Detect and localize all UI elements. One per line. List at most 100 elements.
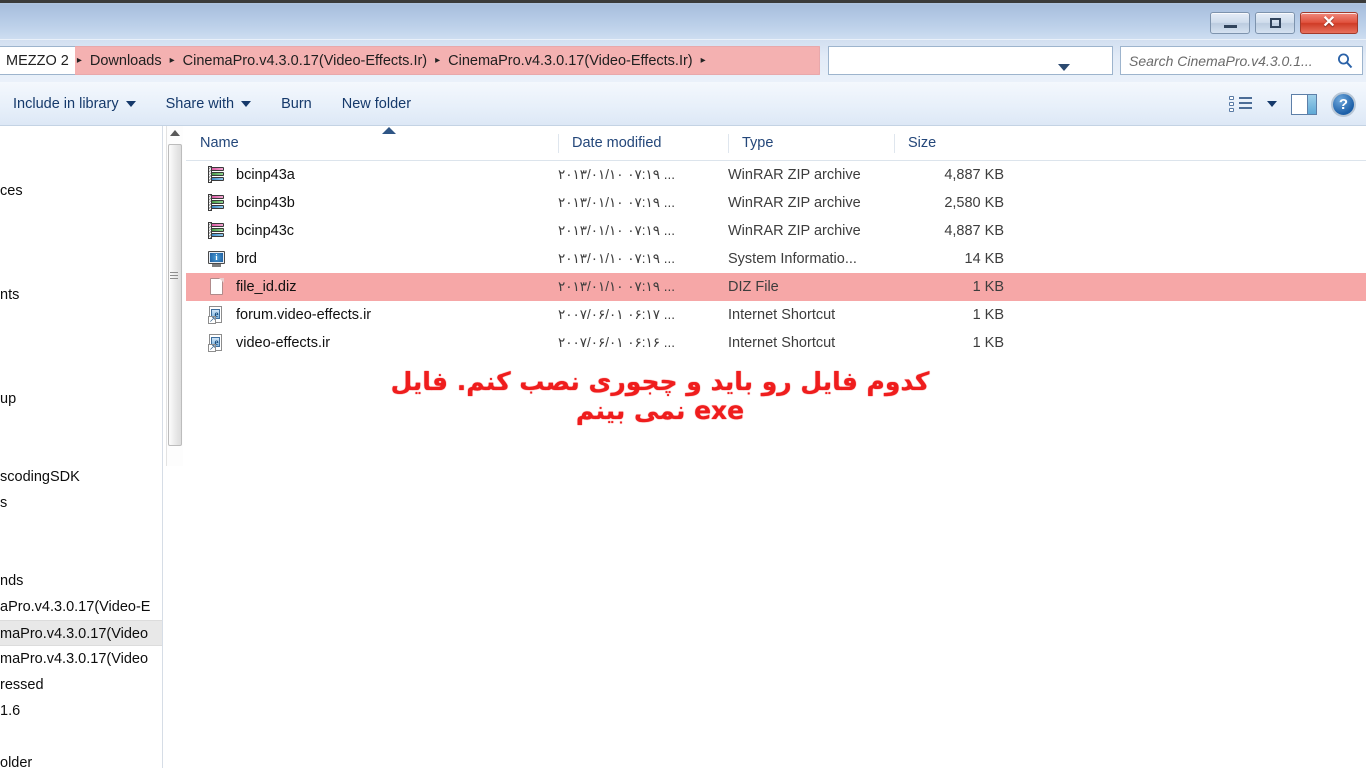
nav-item[interactable]: s — [0, 490, 162, 516]
file-name-label: forum.video-effects.ir — [236, 307, 372, 323]
address-dropdown[interactable] — [828, 46, 1113, 75]
column-header-row: Name Date modified Type Size — [186, 126, 1366, 161]
breadcrumb-separator-icon[interactable]: ▸ — [75, 55, 84, 66]
window-controls: ✕ — [1210, 12, 1358, 34]
winrar-archive-icon — [208, 222, 226, 240]
navigation-pane[interactable]: ces nts up scodingSDK s nds aPro.v4.3.0.17(Vid… — [0, 126, 162, 768]
burn-button[interactable]: Burn — [268, 91, 325, 117]
maximize-button[interactable] — [1255, 12, 1295, 34]
include-in-library-button[interactable]: Include in library — [0, 91, 149, 117]
breadcrumb-item-0[interactable]: MEZZO 2 — [0, 53, 75, 69]
nav-item-blank — [0, 230, 162, 256]
file-type-cell: Internet Shortcut — [728, 335, 836, 351]
nav-item-blank — [0, 152, 162, 178]
new-folder-button[interactable]: New folder — [329, 91, 424, 117]
file-name-cell[interactable]: file_id.diz — [186, 278, 558, 296]
table-row[interactable]: file_id.diz ۲۰۱۳/۰۱/۱۰ ۰۷:۱۹ ... DIZ File 1… — [186, 273, 1366, 301]
nav-item-blank — [0, 542, 162, 568]
scrollbar-grip-icon — [170, 272, 178, 281]
file-name-cell[interactable]: bcinp43c — [186, 222, 558, 240]
help-icon[interactable]: ? — [1331, 91, 1356, 117]
file-name-cell[interactable]: bcinp43b — [186, 194, 558, 212]
share-with-button[interactable]: Share with — [153, 91, 265, 117]
file-rows-container: bcinp43a ۲۰۱۳/۰۱/۱۰ ۰۷:۱۹ ... WinRAR ZIP a… — [186, 161, 1366, 357]
file-list[interactable]: Name Date modified Type Size bcinp43a ۲۰۱… — [186, 126, 1366, 768]
file-date-cell: ۲۰۰۷/۰۶/۰۱ ۰۶:۱۶ ... — [558, 335, 676, 350]
breadcrumb-item-2[interactable]: CinemaPro.v4.3.0.17(Video-Effects.Ir) — [177, 53, 433, 69]
file-date-cell: ۲۰۱۳/۰۱/۱۰ ۰۷:۱۹ ... — [558, 279, 676, 294]
file-date-cell: ۲۰۱۳/۰۱/۱۰ ۰۷:۱۹ ... — [558, 223, 676, 238]
file-name-cell[interactable]: i brd — [186, 250, 558, 268]
scroll-up-icon[interactable] — [170, 130, 180, 136]
chevron-down-icon — [125, 100, 136, 107]
table-row[interactable]: e ↗ video-effects.ir ۲۰۰۷/۰۶/۰۱ ۰۶:۱۶ ... In… — [186, 329, 1366, 357]
file-date-cell: ۲۰۰۷/۰۶/۰۱ ۰۶:۱۷ ... — [558, 307, 676, 322]
file-type-cell: DIZ File — [728, 279, 779, 295]
file-name-cell[interactable]: bcinp43a — [186, 166, 558, 184]
nav-item[interactable]: ressed — [0, 672, 162, 698]
nav-item[interactable]: 1.6 — [0, 698, 162, 724]
table-row[interactable]: e ↗ forum.video-effects.ir ۲۰۰۷/۰۶/۰۱ ۰۶:۱۷… — [186, 301, 1366, 329]
breadcrumb-item-1[interactable]: Downloads — [84, 53, 168, 69]
nav-item[interactable]: up — [0, 386, 162, 412]
minimize-icon — [1223, 25, 1237, 28]
file-name-label: bcinp43a — [236, 167, 295, 183]
close-button[interactable]: ✕ — [1300, 12, 1358, 34]
search-input[interactable]: Search CinemaPro.v4.3.0.1... — [1129, 53, 1336, 69]
nav-item[interactable]: older — [0, 750, 162, 768]
preview-pane-icon[interactable] — [1291, 93, 1317, 115]
nav-item[interactable]: maPro.v4.3.0.17(Video — [0, 620, 162, 646]
table-row[interactable]: i brd ۲۰۱۳/۰۱/۱۰ ۰۷:۱۹ ... System Informati… — [186, 245, 1366, 273]
share-with-label: Share with — [165, 95, 235, 112]
burn-label: Burn — [281, 95, 312, 112]
column-header-name[interactable]: Name — [186, 126, 558, 161]
command-bar-right-group: ? — [1229, 82, 1356, 126]
nav-item[interactable]: nds — [0, 568, 162, 594]
nav-item-blank — [0, 360, 162, 386]
breadcrumb-separator-icon[interactable]: ▸ — [699, 55, 708, 66]
minimize-button[interactable] — [1210, 12, 1250, 34]
nav-item[interactable]: aPro.v4.3.0.17(Video-E — [0, 594, 162, 620]
command-bar: Include in library Share with Burn New f… — [0, 82, 1366, 126]
file-date-cell: ۲۰۱۳/۰۱/۱۰ ۰۷:۱۹ ... — [558, 251, 676, 266]
pane-divider — [162, 126, 163, 768]
column-header-size[interactable]: Size — [894, 126, 1004, 161]
file-size-cell: 4,887 KB — [944, 223, 1004, 239]
column-header-type[interactable]: Type — [728, 126, 894, 161]
navigation-scrollbar[interactable] — [166, 126, 183, 466]
breadcrumb-separator-icon[interactable]: ▸ — [433, 55, 442, 66]
breadcrumb[interactable]: MEZZO 2 ▸ Downloads ▸ CinemaPro.v4.3.0.1… — [0, 46, 820, 75]
file-name-cell[interactable]: e ↗ forum.video-effects.ir — [186, 306, 558, 324]
nav-item[interactable]: ces — [0, 178, 162, 204]
table-row[interactable]: bcinp43a ۲۰۱۳/۰۱/۱۰ ۰۷:۱۹ ... WinRAR ZIP a… — [186, 161, 1366, 189]
file-name-cell[interactable]: e ↗ video-effects.ir — [186, 334, 558, 352]
file-name-label: file_id.diz — [236, 279, 297, 295]
views-icon[interactable] — [1229, 95, 1253, 113]
search-box[interactable]: Search CinemaPro.v4.3.0.1... — [1120, 46, 1363, 75]
file-size-cell: 14 KB — [964, 251, 1005, 267]
file-type-cell: WinRAR ZIP archive — [728, 167, 861, 183]
nav-item-blank — [0, 256, 162, 282]
maximize-icon — [1269, 18, 1281, 28]
title-bar: ✕ — [0, 0, 1366, 40]
table-row[interactable]: bcinp43c ۲۰۱۳/۰۱/۱۰ ۰۷:۱۹ ... WinRAR ZIP a… — [186, 217, 1366, 245]
file-type-cell: WinRAR ZIP archive — [728, 223, 861, 239]
chevron-down-icon[interactable] — [1058, 64, 1070, 71]
views-caret-icon[interactable] — [1267, 101, 1277, 107]
file-date-cell: ۲۰۱۳/۰۱/۱۰ ۰۷:۱۹ ... — [558, 195, 676, 210]
file-type-cell: WinRAR ZIP archive — [728, 195, 861, 211]
winrar-archive-icon — [208, 166, 226, 184]
nav-item[interactable]: nts — [0, 282, 162, 308]
nav-item-blank — [0, 308, 162, 334]
breadcrumb-separator-icon[interactable]: ▸ — [168, 55, 177, 66]
file-type-cell: Internet Shortcut — [728, 307, 836, 323]
nav-item[interactable]: maPro.v4.3.0.17(Video — [0, 646, 162, 672]
breadcrumb-item-3[interactable]: CinemaPro.v4.3.0.17(Video-Effects.Ir) — [442, 53, 698, 69]
nav-item-blank — [0, 516, 162, 542]
column-header-date-modified[interactable]: Date modified — [558, 126, 728, 161]
table-row[interactable]: bcinp43b ۲۰۱۳/۰۱/۱۰ ۰۷:۱۹ ... WinRAR ZIP a… — [186, 189, 1366, 217]
file-size-cell: 1 KB — [972, 335, 1004, 351]
scrollbar-thumb[interactable] — [168, 144, 182, 446]
annotation-text: کدوم فایل رو باید و چجوری نصب کنم. فایل … — [390, 367, 930, 425]
nav-item[interactable]: scodingSDK — [0, 464, 162, 490]
